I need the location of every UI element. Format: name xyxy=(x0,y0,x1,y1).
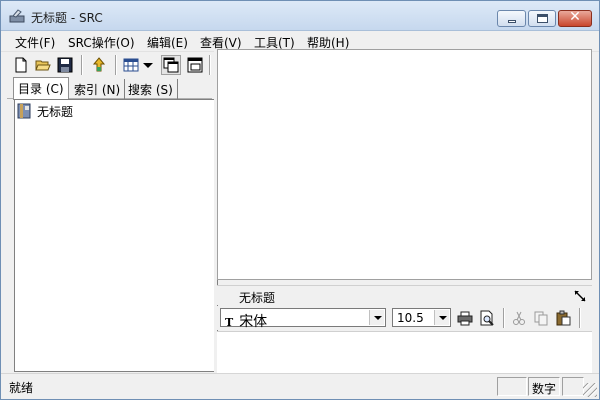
status-cell-numlock: 数字 xyxy=(528,377,560,396)
grid-view-button[interactable] xyxy=(121,55,141,75)
status-text: 就绪 xyxy=(9,381,34,395)
minimize-icon xyxy=(508,20,516,23)
open-button[interactable] xyxy=(33,55,53,75)
maximize-button[interactable] xyxy=(528,10,556,27)
contents-tree[interactable]: 无标题 xyxy=(14,99,218,372)
paste-button[interactable] xyxy=(553,308,573,328)
save-button[interactable] xyxy=(55,55,75,75)
expand-icon[interactable] xyxy=(574,290,586,302)
font-type-icon: T xyxy=(225,316,234,329)
menu-bar: 文件(F) SRC操作(O) 编辑(E) 查看(V) 工具(T) 帮助(H) xyxy=(1,31,599,51)
font-name-select[interactable]: T 宋体 xyxy=(220,308,386,330)
open-folder-icon xyxy=(35,60,51,71)
nav-tabs: 目录 (C) 索引 (N) 搜索 (S) xyxy=(7,77,212,100)
preview-button[interactable] xyxy=(477,308,497,328)
toolbar-separator xyxy=(503,308,505,328)
copy-icon xyxy=(534,311,548,326)
status-cell-blank xyxy=(497,377,527,396)
grid-view-dropdown[interactable] xyxy=(141,55,155,75)
editor-text-area[interactable] xyxy=(217,331,592,373)
font-name-value: T 宋体 xyxy=(225,311,267,331)
window-tile-button[interactable] xyxy=(161,55,181,75)
upload-button[interactable] xyxy=(89,55,109,75)
tab-contents[interactable]: 目录 (C) xyxy=(13,77,69,100)
chevron-down-icon[interactable] xyxy=(434,310,449,325)
scissors-icon xyxy=(513,311,525,325)
chevron-down-icon[interactable] xyxy=(369,310,384,325)
printer-icon xyxy=(457,311,473,326)
magnifier-page-icon xyxy=(480,310,494,326)
minimize-button[interactable] xyxy=(497,10,526,27)
app-icon[interactable] xyxy=(9,8,25,24)
menu-file[interactable]: 文件(F) xyxy=(15,34,55,51)
font-size-select[interactable]: 10.5 xyxy=(392,308,451,327)
toolbar-separator xyxy=(115,55,117,75)
dropdown-arrow-icon xyxy=(143,63,153,68)
window-tile-icon xyxy=(163,57,179,73)
copy-button[interactable] xyxy=(531,308,551,328)
tree-item-label: 无标题 xyxy=(37,105,74,119)
close-icon: ✕ xyxy=(569,9,581,25)
maximize-icon xyxy=(537,14,548,23)
new-document-button[interactable] xyxy=(11,55,31,75)
editor-title: 无标题 xyxy=(239,291,276,305)
navigation-pane: 目录 (C) 索引 (N) 搜索 (S) 无标题 xyxy=(7,77,218,372)
new-document-icon xyxy=(15,57,27,73)
window-cascade-button[interactable] xyxy=(185,55,205,75)
cut-button[interactable] xyxy=(509,308,529,328)
window-title: 无标题 - SRC xyxy=(31,11,103,25)
title-bar[interactable]: 无标题 - SRC ✕ xyxy=(1,1,599,31)
font-name-text: 宋体 xyxy=(239,314,268,330)
print-button[interactable] xyxy=(455,308,475,328)
editor-header: 无标题 xyxy=(217,285,592,305)
grid-view-icon xyxy=(123,58,139,72)
book-icon xyxy=(17,103,31,119)
status-bar: 就绪 数字 xyxy=(1,373,599,399)
tab-search[interactable]: 搜索 (S) xyxy=(124,79,178,99)
menu-src-ops[interactable]: SRC操作(O) xyxy=(68,34,135,51)
status-cell-empty xyxy=(562,377,584,396)
toolbar-separator xyxy=(209,55,211,75)
toolbar-separator xyxy=(81,55,83,75)
tab-index[interactable]: 索引 (N) xyxy=(70,79,126,99)
font-size-value: 10.5 xyxy=(397,311,424,325)
window-cascade-icon xyxy=(187,57,203,73)
close-button[interactable]: ✕ xyxy=(558,9,592,27)
app-window: 无标题 - SRC ✕ 文件(F) SRC操作(O) 编辑(E) 查看(V) 工… xyxy=(0,0,600,400)
toolbar-separator xyxy=(579,308,581,328)
format-toolbar: T 宋体 10.5 xyxy=(217,306,592,330)
menu-edit[interactable]: 编辑(E) xyxy=(147,34,188,51)
paste-icon xyxy=(556,310,571,326)
content-pane[interactable] xyxy=(217,49,592,280)
upload-icon xyxy=(92,57,106,72)
resize-grip-icon[interactable] xyxy=(583,383,597,397)
save-icon xyxy=(57,57,73,73)
